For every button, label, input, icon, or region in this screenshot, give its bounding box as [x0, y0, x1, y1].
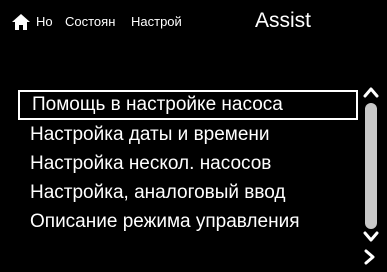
top-bar: Но Состоян Настрой Assist — [0, 0, 387, 43]
menu-item-label: Настройка нескол. насосов — [30, 153, 272, 174]
menu-item-label: Помощь в настройке насоса — [32, 94, 283, 115]
home-icon[interactable] — [11, 13, 31, 31]
tab-status[interactable]: Состоян — [65, 10, 115, 34]
menu-item-control-mode-description[interactable]: Описание режима управления — [18, 207, 358, 237]
menu-item-label: Настройка, аналоговый ввод — [30, 182, 286, 203]
menu-item-multi-pump[interactable]: Настройка нескол. насосов — [18, 149, 358, 179]
chevron-up-icon[interactable] — [361, 84, 381, 100]
menu-item-label: Настройка даты и времени — [30, 124, 270, 145]
tab-home[interactable]: Но — [36, 10, 53, 34]
page-title: Assist — [255, 9, 312, 32]
chevron-right-icon[interactable] — [362, 248, 378, 266]
menu-item-pump-setup-assistant[interactable]: Помощь в настройке насоса — [18, 90, 358, 120]
chevron-down-icon[interactable] — [361, 230, 381, 244]
scrollbar[interactable] — [365, 103, 377, 229]
menu-item-label: Описание режима управления — [30, 211, 300, 232]
menu-item-date-time[interactable]: Настройка даты и времени — [18, 120, 358, 150]
tab-settings[interactable]: Настрой — [131, 10, 182, 34]
menu-item-analog-input[interactable]: Настройка, аналоговый ввод — [18, 178, 358, 208]
